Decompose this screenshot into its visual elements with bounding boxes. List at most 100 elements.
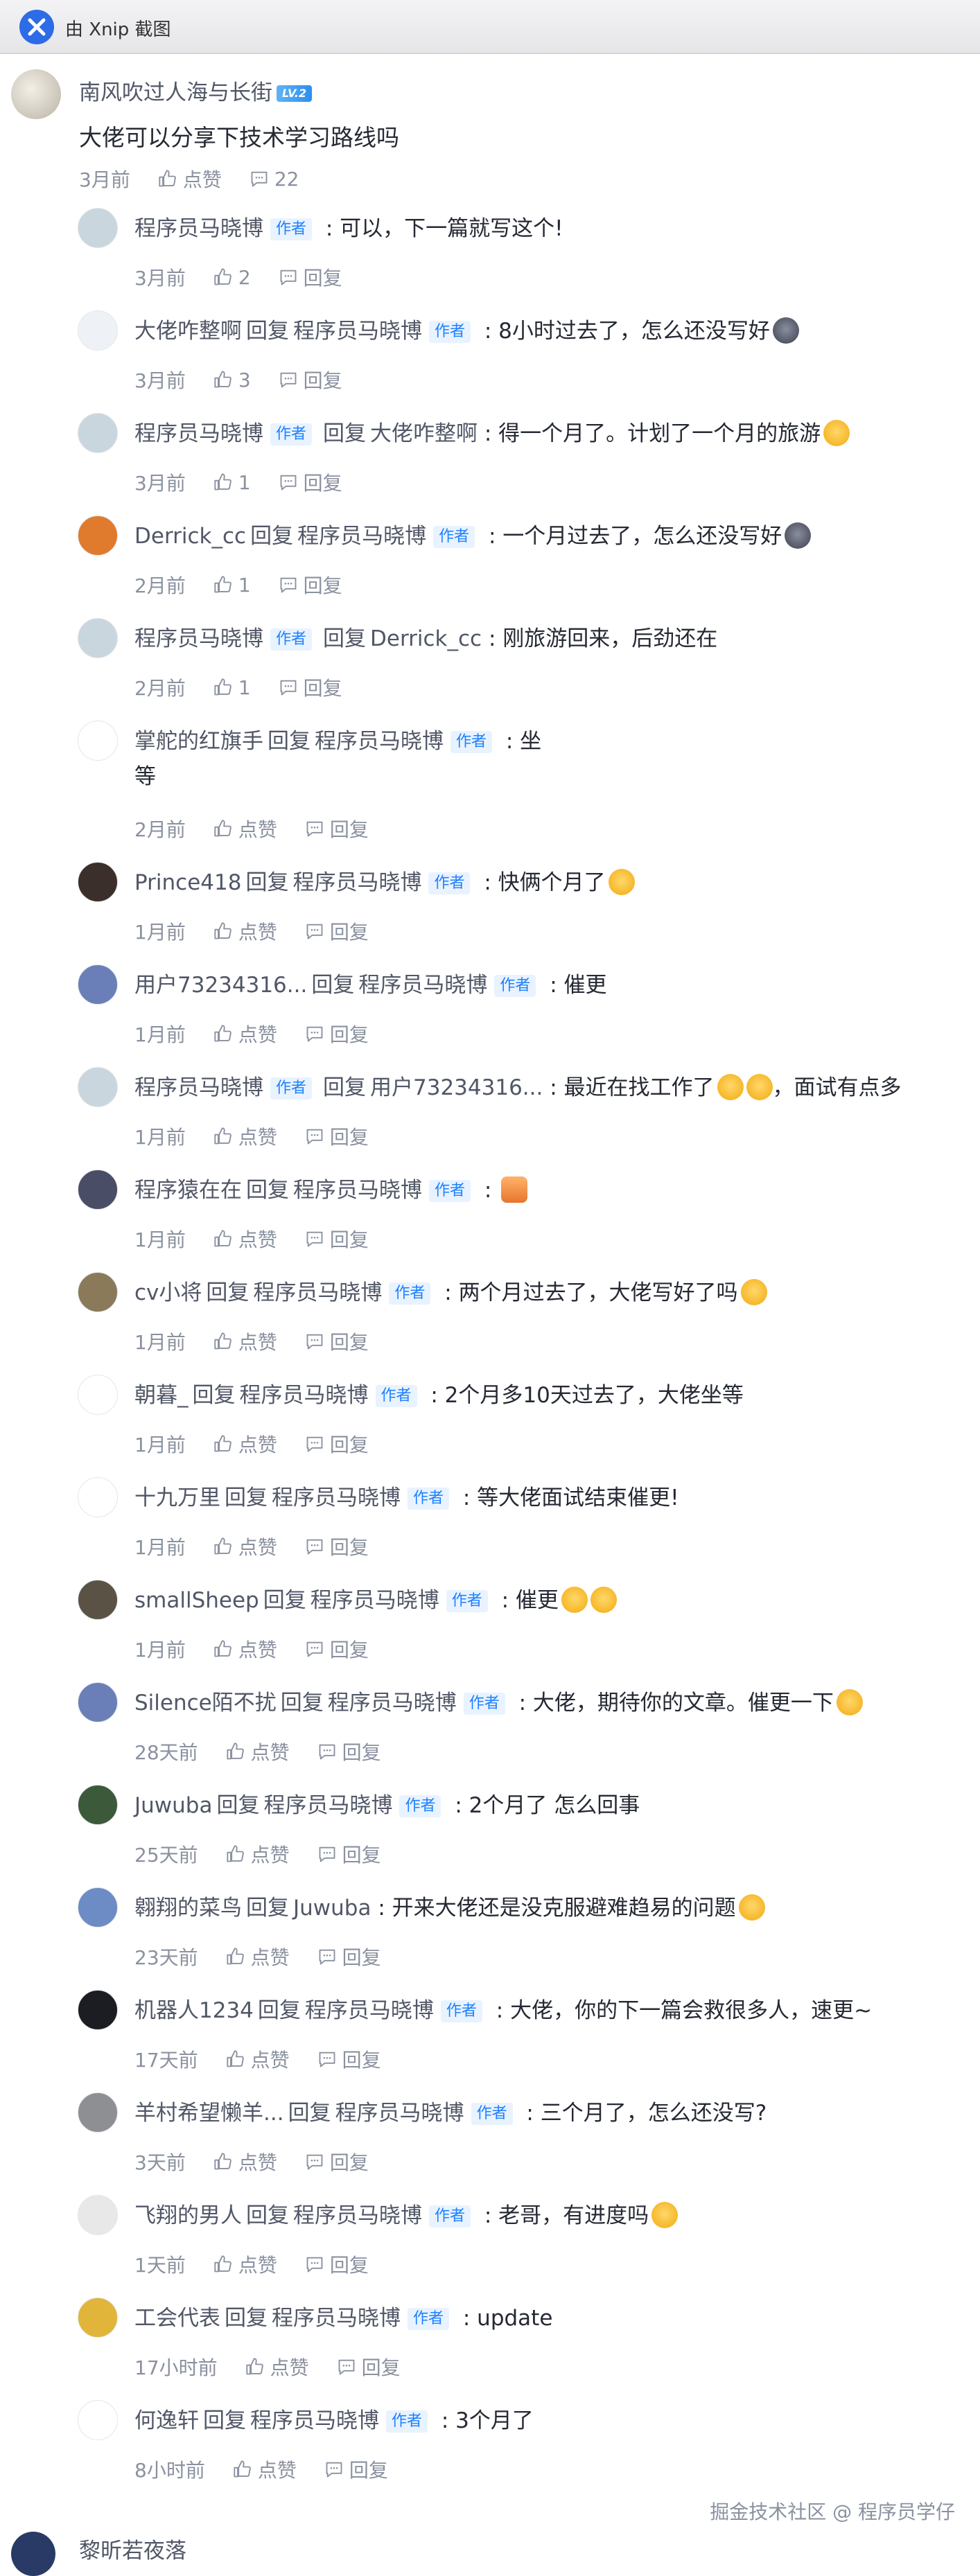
avatar[interactable] (78, 1067, 118, 1107)
username[interactable]: 翱翔的菜鸟 (134, 1896, 242, 1921)
reply-button[interactable]: 回复 (317, 2045, 381, 2073)
reply-target-username[interactable]: 程序员马晓博 (272, 1485, 401, 1510)
username[interactable]: 程序员马晓博 (134, 216, 263, 241)
like-button[interactable]: 点赞 (213, 2250, 277, 2278)
username[interactable]: 掌舵的红旗手 (134, 729, 263, 754)
like-button[interactable]: 2 (213, 266, 251, 289)
reply-target-username[interactable]: 程序员马晓博 (293, 1178, 422, 1203)
avatar[interactable] (78, 2195, 118, 2235)
like-button[interactable]: 1 (213, 676, 251, 699)
like-button[interactable]: 点赞 (213, 2148, 277, 2176)
avatar[interactable] (11, 2532, 55, 2576)
username[interactable]: 飞翔的男人 (134, 2203, 242, 2228)
comment-count-button[interactable]: 22 (250, 168, 299, 191)
reply-button[interactable]: 回复 (305, 1122, 369, 1150)
username[interactable]: 工会代表 (134, 2306, 220, 2331)
username[interactable]: 程序员马晓博 (134, 421, 263, 446)
username[interactable]: 黎昕若夜落 (79, 2533, 186, 2564)
reply-button[interactable]: 回复 (279, 263, 342, 291)
username[interactable]: 何逸轩 (134, 2408, 199, 2433)
like-button[interactable]: 点赞 (158, 165, 222, 193)
reply-target-username[interactable]: 程序员马晓博 (292, 870, 421, 895)
like-button[interactable]: 1 (213, 471, 251, 494)
reply-target-username[interactable]: 程序员马晓博 (315, 729, 444, 754)
reply-button[interactable]: 回复 (305, 2250, 369, 2278)
avatar[interactable] (78, 2297, 118, 2338)
username[interactable]: 南风吹过人海与长街 (79, 80, 272, 105)
like-button[interactable]: 点赞 (213, 1327, 277, 1355)
like-button[interactable]: 点赞 (213, 815, 277, 843)
username[interactable]: Prince418 (134, 870, 241, 895)
like-button[interactable]: 点赞 (213, 1122, 277, 1150)
username[interactable]: 用户73234316... (134, 973, 307, 998)
like-button[interactable]: 点赞 (213, 1533, 277, 1560)
reply-target-username[interactable]: 程序员马晓博 (297, 524, 426, 549)
username[interactable]: 大佬咋整啊 (134, 319, 242, 344)
like-button[interactable]: 点赞 (245, 2353, 309, 2381)
reply-button[interactable]: 回复 (305, 917, 369, 945)
username[interactable]: Silence陌不扰 (134, 1691, 277, 1715)
avatar[interactable] (78, 1477, 118, 1517)
like-button[interactable]: 点赞 (213, 1225, 277, 1253)
reply-button[interactable]: 回复 (279, 673, 342, 701)
reply-target-username[interactable]: Derrick_cc (370, 626, 482, 651)
reply-button[interactable]: 回复 (279, 468, 342, 496)
like-button[interactable]: 点赞 (226, 2045, 290, 2073)
username[interactable]: Juwuba (134, 1793, 212, 1818)
avatar[interactable] (78, 1580, 118, 1620)
reply-target-username[interactable]: 程序员马晓博 (310, 1588, 439, 1613)
avatar[interactable] (78, 721, 118, 761)
reply-target-username[interactable]: 程序员马晓博 (253, 1280, 382, 1305)
reply-target-username[interactable]: 程序员马晓博 (305, 1998, 434, 2023)
like-button[interactable]: 点赞 (213, 1430, 277, 1458)
avatar[interactable] (78, 1887, 118, 1927)
avatar[interactable] (78, 1785, 118, 1825)
reply-button[interactable]: 回复 (317, 1840, 381, 1868)
avatar[interactable] (78, 618, 118, 658)
like-button[interactable]: 点赞 (213, 1635, 277, 1663)
username[interactable]: 程序员马晓博 (134, 1075, 263, 1100)
username[interactable]: 机器人1234 (134, 1998, 254, 2023)
username[interactable]: smallSheep (134, 1588, 259, 1613)
avatar[interactable] (78, 862, 118, 902)
like-button[interactable]: 1 (213, 574, 251, 597)
reply-target-username[interactable]: 程序员马晓博 (263, 1793, 392, 1818)
username[interactable]: 朝暮_ (134, 1383, 189, 1408)
reply-button[interactable]: 回复 (279, 366, 342, 394)
username[interactable]: 程序员马晓博 (134, 626, 263, 651)
like-button[interactable]: 点赞 (233, 2455, 297, 2483)
reply-button[interactable]: 回复 (317, 1738, 381, 1765)
reply-button[interactable]: 回复 (337, 2353, 401, 2381)
avatar[interactable] (78, 1272, 118, 1312)
reply-target-username[interactable]: Juwuba (293, 1896, 371, 1921)
avatar[interactable] (78, 1375, 118, 1415)
reply-target-username[interactable]: 大佬咋整啊 (370, 421, 478, 446)
like-button[interactable]: 3 (213, 369, 251, 391)
reply-button[interactable]: 回复 (305, 1327, 369, 1355)
reply-button[interactable]: 回复 (305, 1225, 369, 1253)
like-button[interactable]: 点赞 (213, 917, 277, 945)
username[interactable]: Derrick_cc (134, 524, 246, 549)
avatar[interactable] (78, 1990, 118, 2030)
avatar[interactable] (78, 208, 118, 248)
like-button[interactable]: 点赞 (213, 1020, 277, 1048)
avatar[interactable] (78, 2400, 118, 2440)
avatar[interactable] (78, 964, 118, 1005)
avatar[interactable] (78, 310, 118, 351)
reply-target-username[interactable]: 程序员马晓博 (250, 2408, 379, 2433)
username[interactable]: 十九万里 (134, 1485, 220, 1510)
avatar[interactable] (78, 1682, 118, 1722)
username[interactable]: 羊村希望懒羊... (134, 2101, 284, 2126)
like-button[interactable]: 点赞 (226, 1840, 290, 1868)
reply-button[interactable]: 回复 (305, 1430, 369, 1458)
reply-button[interactable]: 回复 (324, 2455, 388, 2483)
reply-target-username[interactable]: 程序员马晓博 (293, 319, 422, 344)
reply-target-username[interactable]: 程序员马晓博 (328, 1691, 457, 1715)
reply-target-username[interactable]: 程序员马晓博 (335, 2101, 464, 2126)
avatar[interactable] (11, 69, 61, 119)
reply-target-username[interactable]: 程序员马晓博 (293, 2203, 422, 2228)
avatar[interactable] (78, 413, 118, 453)
username[interactable]: 程序猿在在 (134, 1178, 242, 1203)
reply-button[interactable]: 回复 (305, 1635, 369, 1663)
reply-button[interactable]: 回复 (279, 571, 342, 599)
